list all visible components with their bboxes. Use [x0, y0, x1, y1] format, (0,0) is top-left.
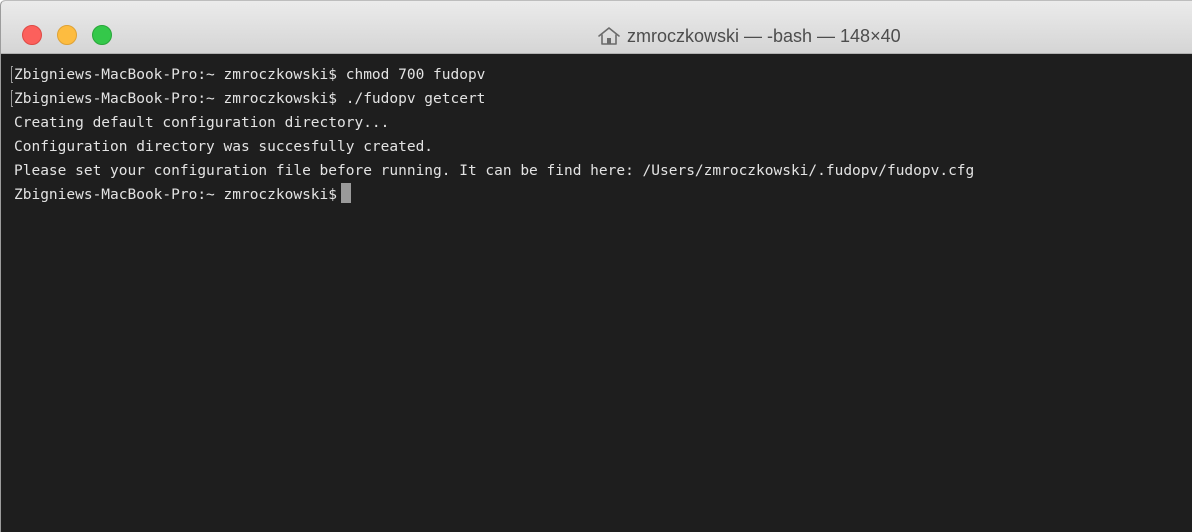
title-bar[interactable]: zmroczkowski — -bash — 148×40: [1, 1, 1192, 54]
prompt-line[interactable]: Zbigniews-MacBook-Pro:~ zmroczkowski$: [14, 183, 974, 207]
terminal-line: Creating default configuration directory…: [14, 115, 390, 131]
terminal-line: Zbigniews-MacBook-Pro:~ zmroczkowski$ ch…: [14, 67, 486, 83]
minimize-button[interactable]: [57, 25, 77, 45]
command-mark: [11, 66, 13, 83]
zoom-button[interactable]: [92, 25, 112, 45]
home-icon: [598, 27, 620, 45]
terminal-content[interactable]: Zbigniews-MacBook-Pro:~ zmroczkowski$ ch…: [1, 54, 1192, 532]
terminal-window: zmroczkowski — -bash — 148×40 Zbigniews-…: [0, 0, 1192, 532]
window-title: zmroczkowski — -bash — 148×40: [597, 24, 901, 48]
shell-prompt: Zbigniews-MacBook-Pro:~ zmroczkowski$: [14, 187, 338, 203]
text-cursor: [341, 183, 352, 203]
terminal-output: Zbigniews-MacBook-Pro:~ zmroczkowski$ ch…: [14, 63, 974, 207]
terminal-line: Configuration directory was succesfully …: [14, 139, 434, 155]
window-title-text: zmroczkowski — -bash — 148×40: [627, 25, 901, 46]
terminal-line: Zbigniews-MacBook-Pro:~ zmroczkowski$ ./…: [14, 91, 486, 107]
terminal-line: Please set your configuration file befor…: [14, 163, 975, 179]
close-button[interactable]: [22, 25, 42, 45]
command-mark: [11, 90, 13, 107]
